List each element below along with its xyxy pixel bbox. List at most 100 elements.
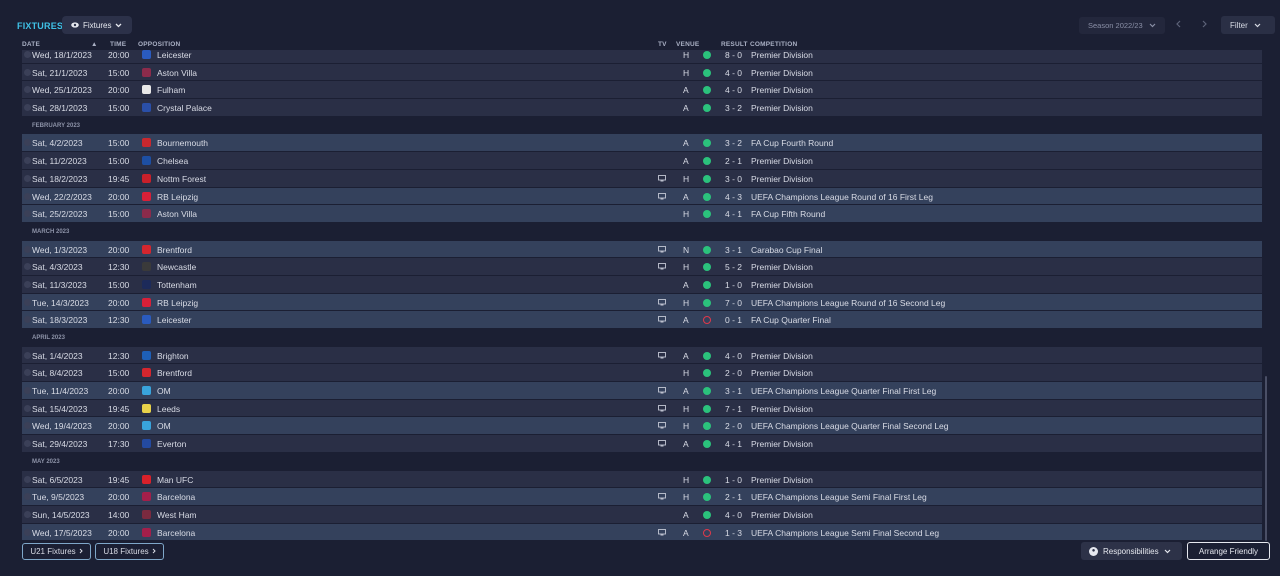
competition-link[interactable]: Premier Division: [751, 174, 813, 184]
match-result-link[interactable]: 2 - 0: [725, 368, 742, 378]
table-row[interactable]: Wed, 18/1/2023 20:00 Leicester H 8 - 0 Premie…: [22, 50, 1262, 64]
match-result-link[interactable]: 1 - 0: [725, 280, 742, 290]
competition-link[interactable]: Premier Division: [751, 280, 813, 290]
previous-season-button[interactable]: [1167, 17, 1189, 34]
table-row[interactable]: Sat, 6/5/2023 19:45 Man UFC H 1 - 0 Premier D…: [22, 470, 1262, 489]
column-header-venue[interactable]: VENUE: [676, 41, 699, 48]
competition-link[interactable]: Premier Division: [751, 404, 813, 414]
competition-link[interactable]: UEFA Champions League Semi Final Second …: [751, 528, 939, 538]
table-row[interactable]: Tue, 14/3/2023 20:00 RB Leipzig H 7 - 0 UEFA …: [22, 293, 1262, 312]
table-row[interactable]: Sat, 8/4/2023 15:00 Brentford H 2 - 0 Premier…: [22, 364, 1262, 383]
competition-link[interactable]: FA Cup Quarter Final: [751, 315, 831, 325]
opposition-link[interactable]: Chelsea: [157, 156, 188, 166]
competition-link[interactable]: FA Cup Fourth Round: [751, 138, 833, 148]
table-row[interactable]: Wed, 25/1/2023 20:00 Fulham A 4 - 0 Premier D…: [22, 81, 1262, 100]
opposition-link[interactable]: Brighton: [157, 351, 189, 361]
opposition-link[interactable]: Aston Villa: [157, 209, 197, 219]
competition-link[interactable]: UEFA Champions League Round of 16 First …: [751, 192, 933, 202]
competition-link[interactable]: Premier Division: [751, 262, 813, 272]
competition-link[interactable]: UEFA Champions League Quarter Final Seco…: [751, 421, 949, 431]
table-row[interactable]: Sat, 25/2/2023 15:00 Aston Villa H 4 - 1 FA C…: [22, 205, 1262, 223]
responsibilities-button[interactable]: ● Responsibilities: [1081, 542, 1182, 560]
match-result-link[interactable]: 7 - 1: [725, 404, 742, 414]
opposition-link[interactable]: Bournemouth: [157, 138, 208, 148]
table-row[interactable]: Sat, 15/4/2023 19:45 Leeds H 7 - 1 Premier Di…: [22, 399, 1262, 418]
row-select-radio[interactable]: [24, 104, 31, 112]
opposition-link[interactable]: Man UFC: [157, 475, 193, 485]
row-select-radio[interactable]: [24, 245, 31, 253]
row-select-radio[interactable]: [24, 192, 31, 200]
row-select-radio[interactable]: [24, 475, 31, 483]
column-header-tv[interactable]: TV: [658, 41, 667, 48]
column-header-date[interactable]: DATE: [22, 41, 40, 48]
row-select-radio[interactable]: [24, 174, 31, 182]
opposition-link[interactable]: Leicester: [157, 50, 192, 60]
column-header-time[interactable]: TIME: [110, 41, 126, 48]
competition-link[interactable]: Premier Division: [751, 351, 813, 361]
table-row[interactable]: Tue, 11/4/2023 20:00 OM A 3 - 1 UEFA Champion…: [22, 382, 1262, 400]
table-row[interactable]: Sat, 18/2/2023 19:45 Nottm Forest H 3 - 0 Pre…: [22, 169, 1262, 188]
row-select-radio[interactable]: [24, 263, 31, 271]
match-result-link[interactable]: 1 - 3: [725, 528, 742, 538]
row-select-radio[interactable]: [24, 86, 31, 94]
row-select-radio[interactable]: [24, 157, 31, 165]
row-select-radio[interactable]: [24, 51, 31, 58]
u21-fixtures-button[interactable]: U21 Fixtures: [22, 543, 91, 560]
match-result-link[interactable]: 3 - 2: [725, 103, 742, 113]
row-select-radio[interactable]: [24, 422, 31, 430]
filter-button[interactable]: Filter: [1221, 16, 1275, 34]
row-select-radio[interactable]: [24, 404, 31, 412]
match-result-link[interactable]: 2 - 0: [725, 421, 742, 431]
table-row[interactable]: Sat, 4/3/2023 12:30 Newcastle H 5 - 2 Premier…: [22, 258, 1262, 276]
column-header-competition[interactable]: COMPETITION: [750, 41, 797, 48]
opposition-link[interactable]: Tottenham: [157, 280, 197, 290]
row-select-radio[interactable]: [24, 440, 31, 448]
row-select-radio[interactable]: [24, 68, 31, 76]
opposition-link[interactable]: RB Leipzig: [157, 298, 198, 308]
match-result-link[interactable]: 2 - 1: [725, 492, 742, 502]
row-select-radio[interactable]: [24, 369, 31, 377]
competition-link[interactable]: Premier Division: [751, 85, 813, 95]
competition-link[interactable]: Premier Division: [751, 368, 813, 378]
competition-link[interactable]: Premier Division: [751, 475, 813, 485]
row-select-radio[interactable]: [24, 387, 31, 395]
opposition-link[interactable]: Barcelona: [157, 528, 195, 538]
competition-link[interactable]: Premier Division: [751, 103, 813, 113]
opposition-link[interactable]: Leicester: [157, 315, 192, 325]
match-result-link[interactable]: 3 - 1: [725, 386, 742, 396]
match-result-link[interactable]: 8 - 0: [725, 50, 742, 60]
table-row[interactable]: Sat, 29/4/2023 17:30 Everton A 4 - 1 Premier …: [22, 435, 1262, 453]
competition-link[interactable]: UEFA Champions League Round of 16 Second…: [751, 298, 945, 308]
opposition-link[interactable]: Leeds: [157, 404, 180, 414]
column-header-result[interactable]: RESULT: [721, 41, 748, 48]
opposition-link[interactable]: Everton: [157, 439, 186, 449]
match-result-link[interactable]: 3 - 2: [725, 138, 742, 148]
opposition-link[interactable]: Nottm Forest: [157, 174, 206, 184]
opposition-link[interactable]: OM: [157, 421, 171, 431]
competition-link[interactable]: Premier Division: [751, 439, 813, 449]
sort-asc-icon[interactable]: ▲: [91, 41, 98, 48]
table-row[interactable]: Sat, 21/1/2023 15:00 Aston Villa H 4 - 0 Prem…: [22, 63, 1262, 82]
season-select[interactable]: Season 2022/23: [1079, 17, 1165, 34]
match-result-link[interactable]: 3 - 0: [725, 174, 742, 184]
competition-link[interactable]: FA Cup Fifth Round: [751, 209, 825, 219]
opposition-link[interactable]: Aston Villa: [157, 68, 197, 78]
row-select-radio[interactable]: [24, 210, 31, 218]
match-result-link[interactable]: 4 - 3: [725, 192, 742, 202]
row-select-radio[interactable]: [24, 298, 31, 306]
opposition-link[interactable]: Newcastle: [157, 262, 196, 272]
opposition-link[interactable]: OM: [157, 386, 171, 396]
opposition-link[interactable]: Barcelona: [157, 492, 195, 502]
competition-link[interactable]: Carabao Cup Final: [751, 245, 822, 255]
match-result-link[interactable]: 4 - 0: [725, 68, 742, 78]
row-select-radio[interactable]: [24, 510, 31, 518]
scrollbar[interactable]: [1265, 376, 1267, 541]
table-row[interactable]: Sat, 28/1/2023 15:00 Crystal Palace A 3 - 2 P…: [22, 99, 1262, 117]
match-result-link[interactable]: 7 - 0: [725, 298, 742, 308]
opposition-link[interactable]: Crystal Palace: [157, 103, 212, 113]
row-select-radio[interactable]: [24, 280, 31, 288]
competition-link[interactable]: Premier Division: [751, 68, 813, 78]
row-select-radio[interactable]: [24, 351, 31, 359]
column-header-opposition[interactable]: OPPOSITION: [138, 41, 180, 48]
table-row[interactable]: Wed, 19/4/2023 20:00 OM H 2 - 0 UEFA Champion…: [22, 417, 1262, 436]
